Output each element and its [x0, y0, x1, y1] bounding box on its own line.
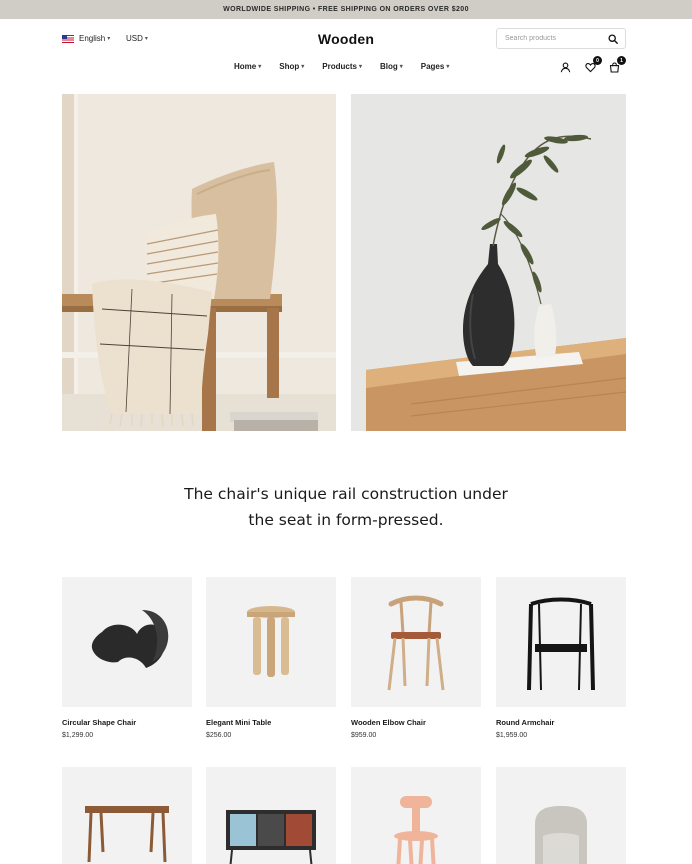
product-name[interactable]: Elegant Mini Table	[206, 718, 336, 727]
product-price: $1,959.00	[496, 732, 528, 739]
product-image[interactable]	[351, 767, 481, 864]
search-icon[interactable]	[607, 33, 619, 45]
currency-label: USD	[126, 34, 143, 43]
product-image[interactable]	[62, 577, 192, 707]
nav-item-shop[interactable]: Shop ▾	[279, 62, 304, 71]
nav-item-blog[interactable]: Blog ▾	[380, 62, 403, 71]
currency-selector[interactable]: USD ▾	[126, 34, 148, 43]
cart-button[interactable]: 1	[607, 56, 626, 74]
nav-item-home[interactable]: Home ▾	[234, 62, 261, 71]
announcement-bar: WORLDWIDE SHIPPING • FREE SHIPPING ON OR…	[0, 0, 692, 19]
nav-label: Shop	[279, 62, 300, 71]
chevron-down-icon: ▾	[399, 64, 403, 70]
product-name[interactable]: Circular Shape Chair	[62, 718, 192, 727]
product-price: $959.00	[351, 732, 377, 739]
chevron-down-icon: ▾	[107, 36, 111, 42]
account-button[interactable]	[558, 60, 572, 74]
product-card: Elegant Mini Table $256.00	[206, 577, 336, 739]
section-headline: The chair's unique rail construction und…	[184, 485, 508, 529]
wishlist-button[interactable]: 0	[583, 56, 602, 74]
product-image[interactable]	[62, 767, 192, 864]
product-card: Wooden Elbow Chair $959.00	[351, 577, 481, 739]
nav-item-products[interactable]: Products ▾	[322, 62, 362, 71]
chevron-down-icon: ▾	[144, 36, 148, 42]
hero-image-vase[interactable]	[351, 94, 626, 431]
product-card: Circular Shape Chair $1,299.00	[62, 577, 192, 739]
product-image[interactable]	[351, 577, 481, 707]
chevron-down-icon: ▾	[358, 64, 362, 70]
language-selector[interactable]: English ▾	[62, 34, 110, 43]
nav-item-pages[interactable]: Pages ▾	[421, 62, 450, 71]
product-card: Round Armchair $1,959.00	[496, 577, 626, 739]
product-image[interactable]	[206, 767, 336, 864]
main-nav: Home ▾ Shop ▾ Products ▾ Blog ▾ Pages ▾	[234, 62, 467, 71]
cart-count-badge: 1	[617, 56, 626, 65]
product-price: $1,299.00	[62, 732, 94, 739]
flag-us-icon	[62, 34, 74, 43]
product-image[interactable]	[496, 577, 626, 707]
announcement-text: WORLDWIDE SHIPPING • FREE SHIPPING ON OR…	[223, 6, 469, 13]
user-icon	[560, 62, 570, 72]
chevron-down-icon: ▾	[258, 64, 262, 70]
product-name[interactable]: Round Armchair	[496, 718, 626, 727]
hero-image-bench[interactable]	[62, 94, 336, 431]
search-box	[496, 28, 626, 49]
nav-label: Blog	[379, 62, 398, 71]
nav-label: Products	[322, 62, 357, 71]
chevron-down-icon: ▾	[446, 64, 450, 70]
wishlist-count-badge: 0	[593, 56, 602, 65]
product-price: $256.00	[206, 732, 232, 739]
search-input[interactable]	[505, 35, 607, 42]
product-image[interactable]	[206, 577, 336, 707]
product-name[interactable]: Wooden Elbow Chair	[351, 718, 481, 727]
nav-label: Pages	[420, 62, 445, 71]
chevron-down-icon: ▾	[301, 64, 305, 70]
nav-label: Home	[234, 62, 257, 71]
product-image[interactable]	[496, 767, 626, 864]
language-label: English	[79, 34, 106, 43]
